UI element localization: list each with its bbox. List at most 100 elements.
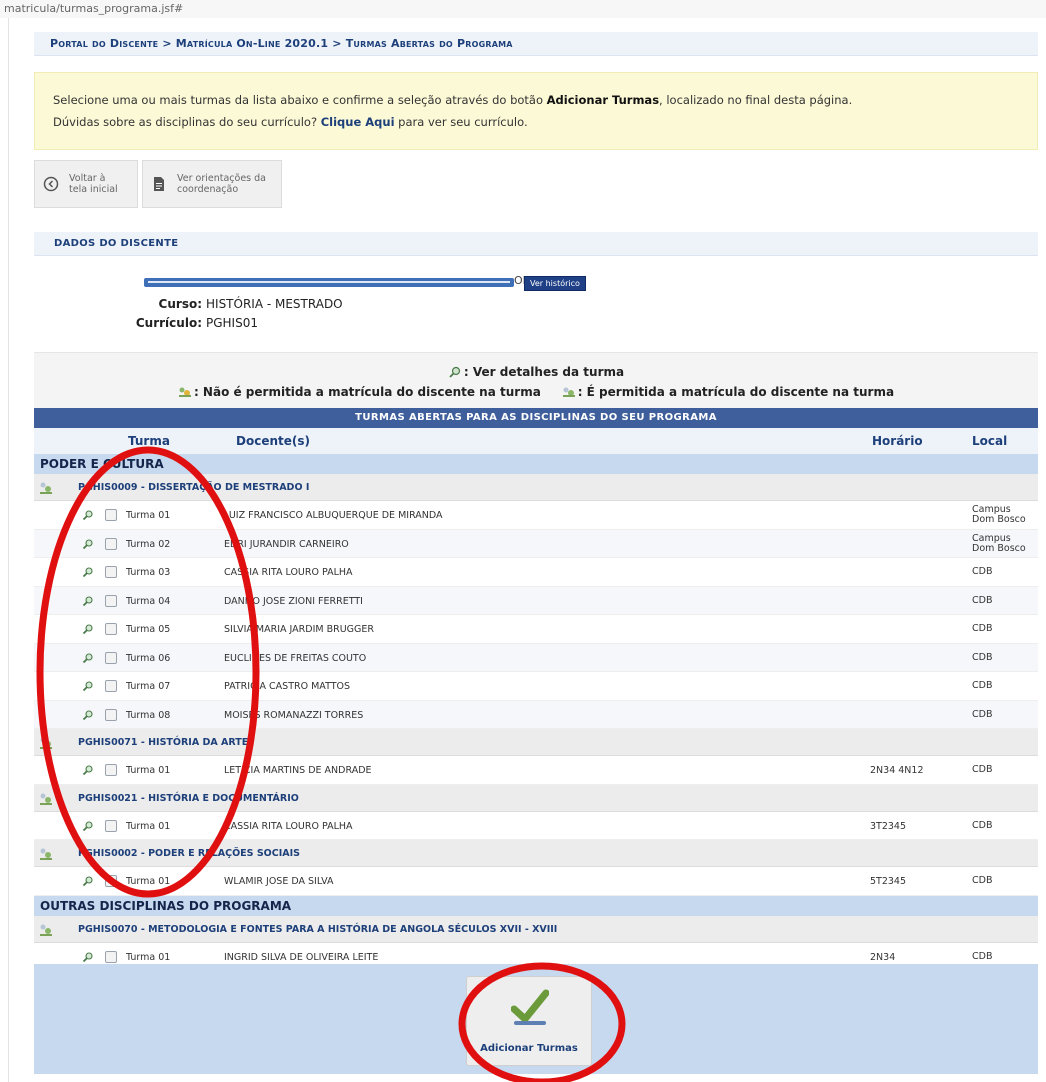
discipline-link[interactable]: PGHIS0009 - DISSERTAÇÃO DE MESTRADO I — [78, 482, 309, 493]
view-details-icon[interactable] — [82, 820, 94, 832]
class-name: Turma 01 — [126, 820, 171, 832]
view-details-icon[interactable] — [82, 764, 94, 776]
view-details-icon[interactable] — [82, 566, 94, 578]
discipline-icon — [39, 922, 53, 936]
class-schedule: 2N34 — [870, 951, 896, 963]
classes-table: TURMAS ABERTAS PARA AS DISCIPLINAS DO SE… — [34, 408, 1038, 971]
view-details-icon[interactable] — [82, 951, 94, 963]
discipline-row: PGHIS0009 - DISSERTAÇÃO DE MESTRADO I — [34, 474, 1038, 501]
discipline-row: PGHIS0070 - METODOLOGIA E FONTES PARA A … — [34, 915, 1038, 943]
add-classes-button[interactable]: Adicionar Turmas — [466, 976, 592, 1066]
table-row: Turma 05 SILVIA MARIA JARDIM BRUGGER CDB — [34, 615, 1038, 644]
col-local: Local — [972, 434, 1008, 448]
allowed-icon — [562, 387, 575, 397]
view-details-icon[interactable] — [82, 652, 94, 664]
class-location: CDB — [972, 623, 993, 634]
add-classes-mention: Adicionar Turmas — [546, 93, 660, 107]
table-row: Turma 03 CASSIA RITA LOURO PALHA CDB — [34, 558, 1038, 587]
class-location: CDB — [972, 651, 993, 663]
view-details-icon[interactable] — [82, 875, 94, 887]
table-footer: Adicionar Turmas — [34, 964, 1038, 1074]
table-row: Turma 01 WLAMIR JOSE DA SILVA 5T2345 CDB — [34, 867, 1038, 896]
checkmark-icon — [511, 989, 549, 1025]
class-professor: LETICIA MARTINS DE ANDRADE — [224, 765, 372, 776]
class-name: Turma 01 — [126, 876, 171, 887]
instructions-box: Selecione uma ou mais turmas da lista ab… — [34, 72, 1038, 150]
curriculum-link[interactable]: Clique Aqui — [321, 115, 395, 129]
discipline-link[interactable]: PGHIS0071 - HISTÓRIA DA ARTE — [78, 737, 248, 748]
redacted-student-name — [144, 278, 514, 287]
class-name: Turma 07 — [126, 681, 171, 692]
table-row: Turma 04 DANILO JOSE ZIONI FERRETTI CDB — [34, 586, 1038, 615]
discipline-icon — [39, 846, 53, 860]
discipline-link[interactable]: PGHIS0021 - HISTÓRIA E DOCUMENTÁRIO — [78, 793, 299, 804]
instructions-line-1: Selecione uma ou mais turmas da lista ab… — [53, 93, 853, 107]
select-class-checkbox[interactable] — [105, 875, 117, 887]
class-schedule: 2N34 4N12 — [870, 765, 924, 776]
table-row: Turma 06 EUCLIDES DE FREITAS COUTO CDB — [34, 643, 1038, 672]
select-class-checkbox[interactable] — [105, 623, 117, 635]
view-details-icon[interactable] — [82, 680, 94, 692]
select-class-checkbox[interactable] — [105, 566, 117, 578]
class-professor: LUIZ FRANCISCO ALBUQUERQUE DE MIRANDA — [224, 510, 443, 521]
class-professor: WLAMIR JOSE DA SILVA — [224, 876, 334, 887]
col-docentes: Docente(s) — [236, 434, 310, 448]
discipline-icon — [39, 791, 53, 805]
class-name: Turma 01 — [126, 510, 171, 521]
select-class-checkbox[interactable] — [105, 680, 117, 692]
document-icon — [154, 177, 164, 191]
select-class-checkbox[interactable] — [105, 708, 117, 721]
add-classes-label: Adicionar Turmas — [480, 1043, 578, 1054]
left-divider — [8, 18, 9, 1082]
class-name: Turma 03 — [126, 567, 171, 578]
select-class-checkbox[interactable] — [105, 537, 117, 550]
class-professor: PATRICIA CASTRO MATTOS — [224, 681, 351, 692]
select-class-checkbox[interactable] — [105, 764, 117, 776]
class-location: CDB — [972, 708, 993, 720]
curriculum-row: Currículo: PGHIS01 — [135, 316, 258, 330]
class-name: Turma 02 — [126, 538, 171, 550]
class-professor: EUCLIDES DE FREITAS COUTO — [224, 652, 367, 664]
view-history-button[interactable]: Ver histórico — [524, 276, 586, 291]
legend-details: : Ver detalhes da turma — [463, 365, 625, 379]
class-name: Turma 08 — [126, 709, 171, 721]
table-row: Turma 08 MOISES ROMANAZZI TORRES CDB — [34, 700, 1038, 729]
instructions-line-2: Dúvidas sobre as disciplinas do seu curr… — [53, 115, 528, 129]
icon-legend: : Ver detalhes da turma : Não é permitid… — [34, 352, 1038, 408]
table-row: Turma 01 CASSIA RITA LOURO PALHA 3T2345 CDB — [34, 811, 1038, 840]
magnifier-icon — [449, 366, 461, 378]
breadcrumb: Portal do Discente > Matrícula On-Line 2… — [34, 32, 1038, 56]
select-class-checkbox[interactable] — [105, 819, 117, 832]
class-location: CDB — [972, 566, 993, 577]
discipline-icon — [39, 735, 53, 749]
discipline-link[interactable]: PGHIS0070 - METODOLOGIA E FONTES PARA A … — [78, 924, 557, 935]
class-location: CDB — [972, 819, 993, 831]
course-value: HISTÓRIA - MESTRADO — [206, 297, 343, 311]
legend-allowed: : É permitida a matrícula do discente na… — [577, 385, 895, 399]
class-professor: SILVIA MARIA JARDIM BRUGGER — [224, 624, 374, 635]
class-professor: INGRID SILVA DE OLIVEIRA LEITE — [224, 951, 379, 963]
select-class-checkbox[interactable] — [105, 509, 117, 521]
legend-not-allowed: : Não é permitida a matrícula do discent… — [193, 385, 541, 399]
address-bar[interactable]: matricula/turmas_programa.jsf# — [0, 0, 1046, 18]
class-professor: DANILO JOSE ZIONI FERRETTI — [224, 595, 363, 607]
action-bar: Voltar à tela inicial Ver orientações da c… — [34, 160, 286, 208]
coordination-guidance-button[interactable]: Ver orientações da coordenação — [142, 160, 282, 208]
view-details-icon[interactable] — [82, 509, 94, 521]
discipline-link[interactable]: PGHIS0002 - PODER E RELAÇÕES SOCIAIS — [78, 848, 300, 859]
class-name: Turma 04 — [126, 595, 171, 607]
select-class-checkbox[interactable] — [105, 651, 117, 664]
class-location: CDB — [972, 594, 993, 606]
url-text: matricula/turmas_programa.jsf# — [4, 2, 184, 15]
back-home-button[interactable]: Voltar à tela inicial — [34, 160, 138, 208]
view-details-icon[interactable] — [82, 709, 94, 721]
view-details-icon[interactable] — [82, 623, 94, 635]
col-horario: Horário — [872, 434, 923, 448]
view-details-icon[interactable] — [82, 538, 94, 550]
class-professor: CASSIA RITA LOURO PALHA — [224, 567, 353, 578]
select-class-checkbox[interactable] — [105, 950, 117, 963]
group-row: PODER E CULTURA — [34, 454, 1038, 474]
view-details-icon[interactable] — [82, 595, 94, 607]
col-turma: Turma — [128, 434, 170, 448]
select-class-checkbox[interactable] — [105, 594, 117, 607]
